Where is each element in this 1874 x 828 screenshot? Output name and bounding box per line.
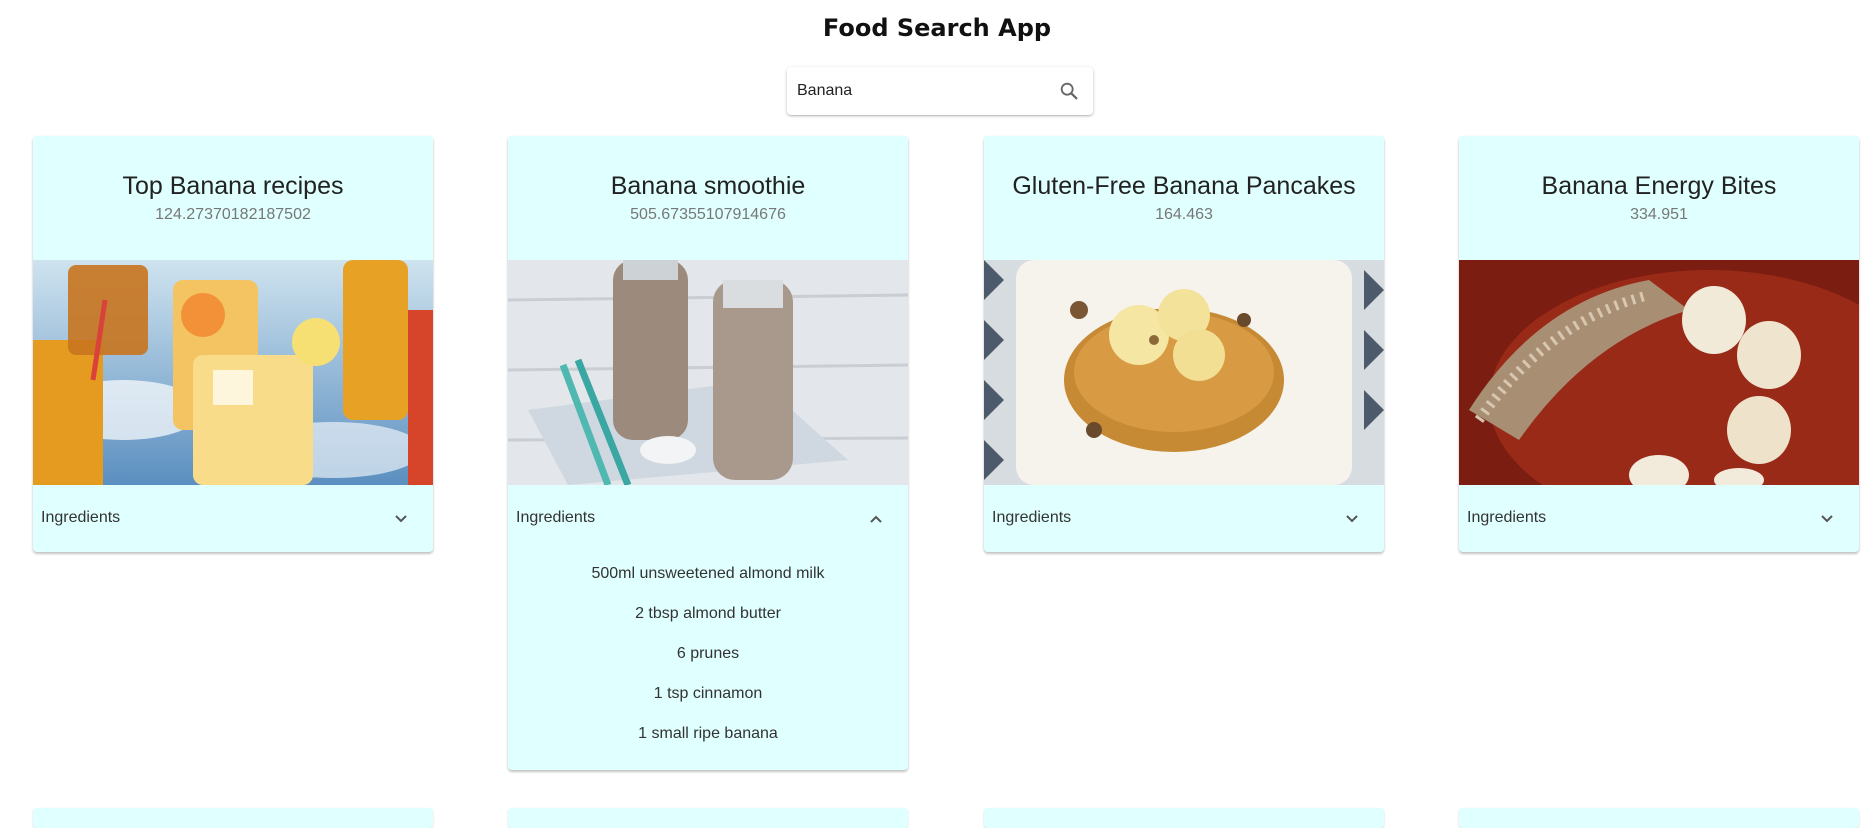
ingredients-accordion-toggle[interactable]: Ingredients: [508, 485, 908, 552]
ingredient-list: 500ml unsweetened almond milk 2 tbsp alm…: [508, 552, 908, 770]
recipe-card: Top Banana recipes 124.27370182187502 In…: [33, 136, 433, 552]
ingredient-item: 2 tbsp almond butter: [635, 605, 781, 622]
card-subtitle: 164.463: [1155, 206, 1213, 223]
chevron-down-icon: [1821, 515, 1833, 523]
recipe-image: [1459, 260, 1859, 485]
search-input[interactable]: [797, 75, 1037, 107]
page-title: Food Search App: [822, 14, 1052, 42]
card-title: Top Banana recipes: [122, 172, 344, 200]
recipe-image: [984, 260, 1384, 485]
search-button[interactable]: [1055, 77, 1083, 105]
chevron-down-icon: [1346, 515, 1358, 523]
card-title: Banana smoothie: [610, 172, 806, 200]
accordion-label: Ingredients: [992, 509, 1072, 526]
search-bar: [787, 67, 1093, 115]
recipe-card: Gluten-Free Banana Pancakes 164.463 Ingr…: [984, 136, 1384, 552]
accordion-label: Ingredients: [1467, 509, 1547, 526]
card-header: Top Banana recipes 124.27370182187502: [33, 136, 433, 260]
recipe-card: Banana Energy Bites 334.951 Ingredients: [1459, 136, 1859, 552]
card-subtitle: 505.67355107914676: [630, 206, 786, 223]
recipe-card: Banana smoothie 505.67355107914676 Ingre…: [508, 136, 908, 770]
recipe-card: [508, 808, 908, 828]
recipe-image: [33, 260, 433, 485]
card-header: Banana Energy Bites 334.951: [1459, 136, 1859, 260]
ingredient-item: 1 small ripe banana: [638, 725, 778, 742]
ingredients-accordion-toggle[interactable]: Ingredients: [33, 485, 433, 552]
recipe-card: [984, 808, 1384, 828]
card-title: Banana Energy Bites: [1541, 172, 1777, 200]
ingredients-accordion-toggle[interactable]: Ingredients: [984, 485, 1384, 552]
chevron-up-icon: [870, 515, 882, 523]
ingredient-item: 1 tsp cinnamon: [653, 685, 763, 702]
card-header: Banana smoothie 505.67355107914676: [508, 136, 908, 260]
ingredient-item: 6 prunes: [676, 645, 740, 662]
card-title: Gluten-Free Banana Pancakes: [1012, 172, 1356, 200]
recipe-image: [508, 260, 908, 485]
recipe-card: [1459, 808, 1859, 828]
card-subtitle: 124.27370182187502: [155, 206, 311, 223]
ingredients-accordion-toggle[interactable]: Ingredients: [1459, 485, 1859, 552]
accordion-label: Ingredients: [516, 509, 596, 526]
accordion-label: Ingredients: [41, 509, 121, 526]
chevron-down-icon: [395, 515, 407, 523]
ingredient-item: 500ml unsweetened almond milk: [591, 565, 825, 582]
recipe-card: [33, 808, 433, 828]
search-icon: [1060, 82, 1078, 100]
card-header: Gluten-Free Banana Pancakes 164.463: [984, 136, 1384, 260]
card-subtitle: 334.951: [1630, 206, 1688, 223]
